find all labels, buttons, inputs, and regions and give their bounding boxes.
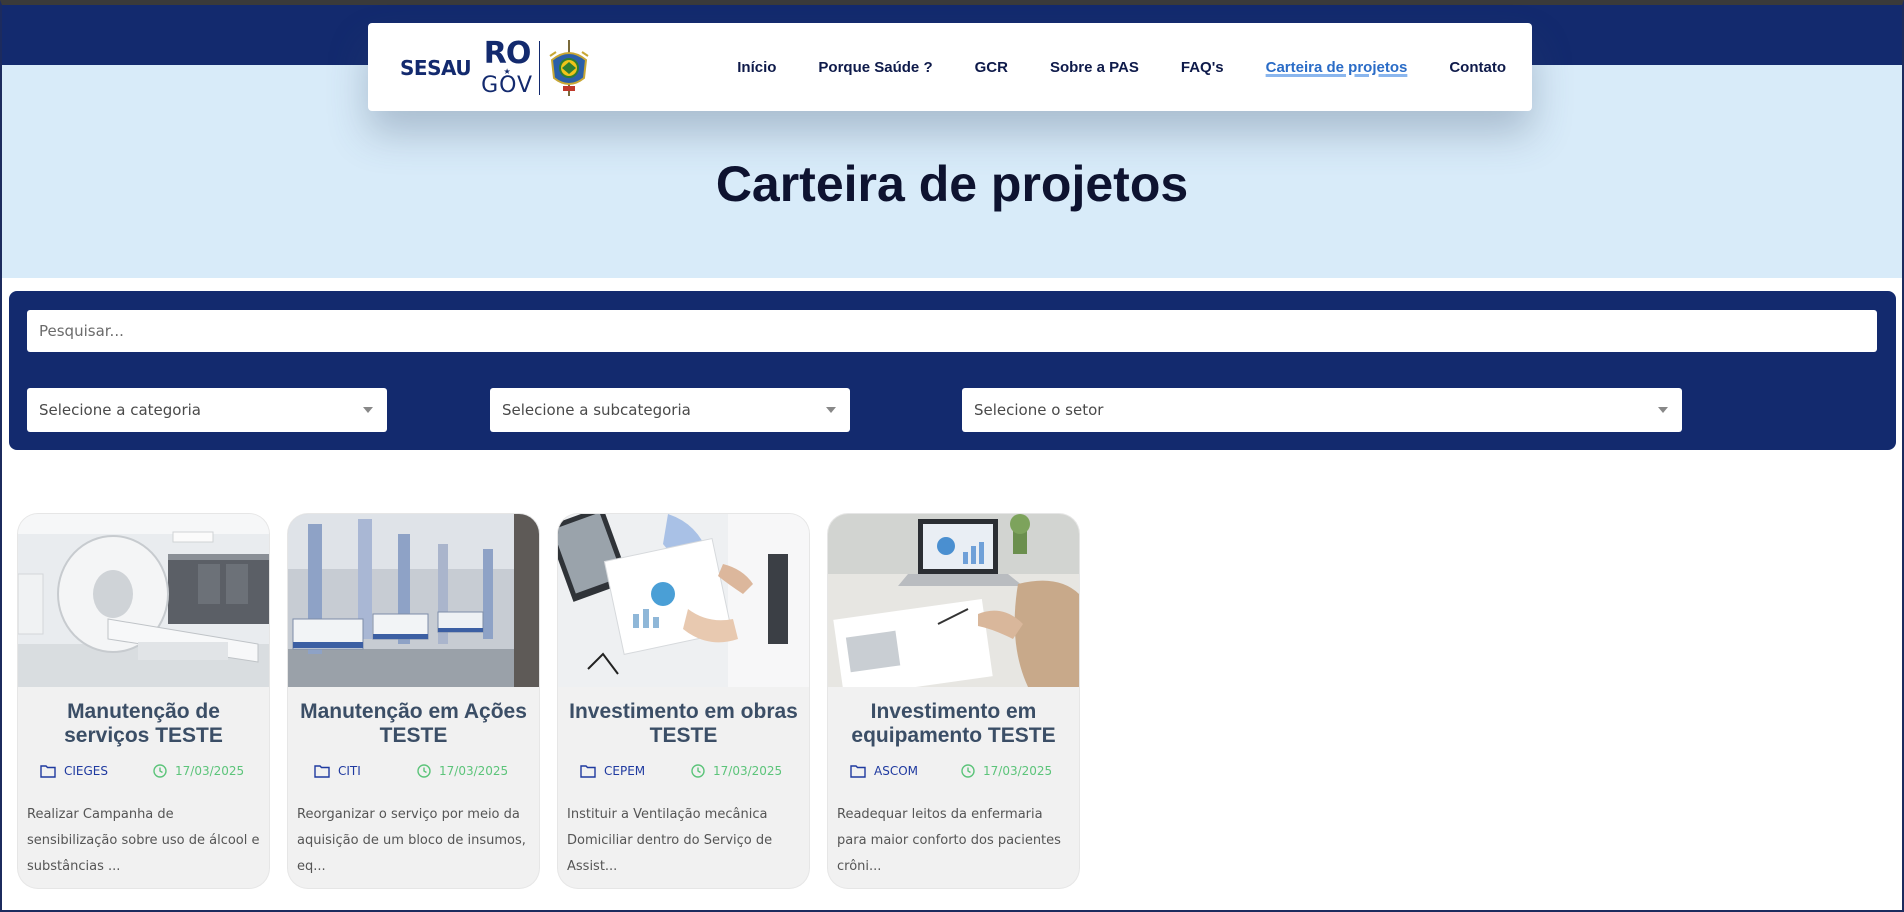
card-category[interactable]: CITI — [314, 764, 361, 778]
nav-inicio[interactable]: Início — [737, 59, 776, 76]
ct-scanner-room-image — [18, 514, 269, 687]
folder-icon — [314, 765, 330, 778]
nav-carteira-de-projetos[interactable]: Carteira de projetos — [1266, 59, 1408, 76]
nav-faqs[interactable]: FAQ's — [1181, 59, 1224, 76]
chevron-down-icon — [1658, 407, 1668, 413]
logo-ro-gov: RO ★ GOV — [481, 39, 533, 97]
project-card[interactable]: Manutenção de serviços TESTE CIEGES 17/0… — [18, 514, 269, 888]
logo-gov-text: GOV — [481, 73, 534, 98]
project-card[interactable]: Manutenção em Ações TESTE CITI 17/03/202… — [288, 514, 539, 888]
page-title: Carteira de projetos — [715, 156, 1189, 212]
clock-icon — [417, 764, 431, 778]
clock-icon — [153, 764, 167, 778]
card-date-label: 17/03/2025 — [713, 764, 783, 778]
clock-icon — [691, 764, 705, 778]
logo-ro-text: RO — [483, 36, 532, 71]
card-date: 17/03/2025 — [417, 764, 508, 778]
card-title: Manutenção de serviços TESTE — [64, 700, 223, 747]
doctors-reviewing-charts-image — [558, 514, 809, 687]
search-input[interactable] — [27, 310, 1877, 352]
card-date-label: 17/03/2025 — [983, 764, 1053, 778]
clock-icon — [961, 764, 975, 778]
category-select-label: Selecione a categoria — [39, 401, 201, 419]
logo-divider — [539, 41, 541, 95]
browser-viewport: Carteira de projetos SESAU RO ★ GOV Iníc… — [0, 0, 1904, 912]
chevron-down-icon — [826, 407, 836, 413]
project-card[interactable]: Investimento em equipamento TESTE ASCOM … — [828, 514, 1079, 888]
card-title: Investimento em equipamento TESTE — [851, 700, 1056, 747]
main-nav: Início Porque Saúde ? GCR Sobre a PAS FA… — [695, 23, 1506, 111]
subcategory-select[interactable]: Selecione a subcategoria — [490, 388, 850, 432]
chevron-down-icon — [363, 407, 373, 413]
card-title: Manutenção em Ações TESTE — [300, 700, 527, 747]
card-category-label: CIEGES — [64, 764, 108, 778]
card-category-label: CEPEM — [604, 764, 646, 778]
nav-porque-saude[interactable]: Porque Saúde ? — [818, 59, 932, 76]
card-description: Instituir a Ventilação mecânica Domicili… — [567, 807, 773, 874]
card-date-label: 17/03/2025 — [175, 764, 245, 778]
card-description: Readequar leitos da enfermaria para maio… — [837, 807, 1061, 874]
hospital-ward-image — [288, 514, 539, 687]
card-date-label: 17/03/2025 — [439, 764, 509, 778]
card-description: Reorganizar o serviço por meio da aquisi… — [297, 807, 526, 874]
card-category[interactable]: ASCOM — [850, 764, 918, 778]
folder-icon — [850, 765, 866, 778]
card-category-label: CITI — [338, 764, 361, 778]
state-coat-of-arms-icon — [549, 40, 589, 96]
folder-icon — [580, 765, 596, 778]
laptop-analytics-image — [828, 514, 1079, 687]
nav-gcr[interactable]: GCR — [975, 59, 1008, 76]
filter-panel: Selecione a categoria Selecione a subcat… — [9, 291, 1896, 450]
card-category[interactable]: CEPEM — [580, 764, 645, 778]
card-description: Realizar Campanha de sensibilização sobr… — [27, 807, 260, 874]
nav-sobre-a-pas[interactable]: Sobre a PAS — [1050, 59, 1139, 76]
sector-select-label: Selecione o setor — [974, 401, 1104, 419]
card-date: 17/03/2025 — [153, 764, 244, 778]
card-category[interactable]: CIEGES — [40, 764, 108, 778]
subcategory-select-label: Selecione a subcategoria — [502, 401, 691, 419]
card-title: Investimento em obras TESTE — [569, 700, 798, 747]
card-category-label: ASCOM — [874, 764, 919, 778]
site-logo[interactable]: SESAU RO ★ GOV — [400, 37, 592, 99]
project-card[interactable]: Investimento em obras TESTE CEPEM 17/03/… — [558, 514, 809, 888]
nav-contato[interactable]: Contato — [1449, 59, 1506, 76]
navbar: SESAU RO ★ GOV Início Porque Saúde ? GCR… — [368, 23, 1532, 111]
card-date: 17/03/2025 — [961, 764, 1052, 778]
sector-select[interactable]: Selecione o setor — [962, 388, 1682, 432]
logo-sesau-text: SESAU — [400, 56, 472, 80]
folder-icon — [40, 765, 56, 778]
card-date: 17/03/2025 — [691, 764, 782, 778]
category-select[interactable]: Selecione a categoria — [27, 388, 387, 432]
